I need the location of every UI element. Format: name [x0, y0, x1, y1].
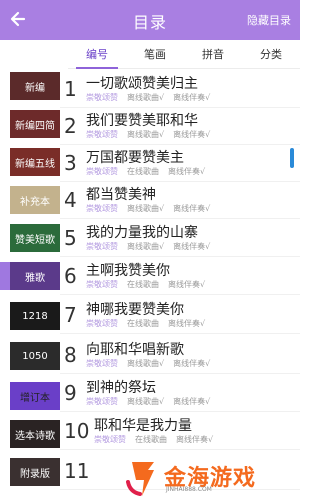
- song-number: 5: [64, 226, 77, 250]
- watermark-logo: 金海游戏 JINHAI888.COM: [124, 456, 294, 498]
- sidebar-item-xinbian[interactable]: 新编: [10, 72, 60, 100]
- song-audio-status: 离线歌曲√: [127, 242, 165, 251]
- song-tags: 崇敬颂赞 离线歌曲√ 离线伴奏√: [86, 241, 219, 252]
- tab-category[interactable]: 分类: [254, 46, 288, 62]
- song-title: 到神的祭坛: [86, 380, 156, 396]
- watermark-url: JINHAI888.COM: [166, 486, 212, 493]
- song-category: 崇敬颂赞: [94, 435, 126, 444]
- sidebar-item-xinbian-sijian[interactable]: 新编四简: [10, 110, 60, 138]
- tab-pinyin[interactable]: 拼音: [196, 46, 230, 62]
- scroll-indicator[interactable]: [290, 148, 294, 168]
- song-number: 9: [64, 381, 77, 405]
- song-category: 崇敬颂赞: [86, 167, 118, 176]
- song-number: 11: [64, 459, 90, 483]
- song-number: 3: [64, 151, 77, 175]
- song-accompaniment-status: 离线伴奏√: [173, 130, 211, 139]
- hide-toc-button[interactable]: 隐藏目录: [247, 12, 291, 28]
- song-audio-status: 离线歌曲√: [127, 359, 165, 368]
- song-accompaniment-status: 离线伴奏√: [173, 93, 211, 102]
- song-row[interactable]: 2 我们要赞美耶和华 崇敬颂赞 离线歌曲√ 离线伴奏√: [60, 107, 300, 145]
- tab-stroke[interactable]: 笔画: [138, 46, 172, 62]
- song-audio-status: 离线歌曲√: [127, 130, 165, 139]
- song-number: 4: [64, 188, 77, 212]
- song-row[interactable]: 8 向耶和华唱新歌 崇敬颂赞 离线歌曲√ 离线伴奏√: [60, 336, 300, 374]
- song-list: 1 一切歌颂赞美归主 崇敬颂赞 离线歌曲√ 离线伴奏√ 2 我们要赞美耶和华 崇敬颂…: [60, 68, 300, 500]
- song-row[interactable]: 7 神哪我要赞美你 崇敬颂赞 在线歌曲 离线伴奏√: [60, 296, 300, 334]
- song-tags: 崇敬颂赞 离线歌曲√ 离线伴奏√: [86, 396, 219, 407]
- song-accompaniment-status: 离线伴奏√: [168, 319, 206, 328]
- song-audio-status: 在线歌曲: [127, 167, 159, 176]
- sidebar-item-zanmei-duange[interactable]: 赞美短歌: [10, 224, 60, 252]
- song-number: 10: [64, 419, 90, 443]
- song-accompaniment-status: 离线伴奏√: [173, 204, 211, 213]
- song-category: 崇敬颂赞: [86, 319, 118, 328]
- song-accompaniment-status: 离线伴奏√: [168, 167, 206, 176]
- song-row[interactable]: 10 耶和华是我力量 崇敬颂赞 在线歌曲 离线伴奏√: [60, 412, 300, 450]
- song-row[interactable]: 9 到神的祭坛 崇敬颂赞 离线歌曲√ 离线伴奏√: [60, 374, 300, 412]
- song-number: 7: [64, 303, 77, 327]
- song-title: 都当赞美神: [86, 187, 156, 203]
- song-audio-status: 在线歌曲: [127, 319, 159, 328]
- song-accompaniment-status: 离线伴奏√: [173, 242, 211, 251]
- song-tags: 崇敬颂赞 离线歌曲√ 离线伴奏√: [86, 92, 219, 103]
- tab-number[interactable]: 编号: [76, 46, 118, 69]
- song-accompaniment-status: 离线伴奏√: [176, 435, 214, 444]
- song-category: 崇敬颂赞: [86, 130, 118, 139]
- song-category: 崇敬颂赞: [86, 204, 118, 213]
- song-title: 我们要赞美耶和华: [86, 113, 198, 129]
- song-tags: 崇敬颂赞 在线歌曲 离线伴奏√: [86, 279, 214, 290]
- song-audio-status: 在线歌曲: [127, 280, 159, 289]
- song-category: 崇敬颂赞: [86, 280, 118, 289]
- song-title: 耶和华是我力量: [94, 418, 192, 434]
- song-tags: 崇敬颂赞 离线歌曲√ 离线伴奏√: [86, 129, 219, 140]
- song-audio-status: 离线歌曲√: [127, 397, 165, 406]
- sidebar-item-buchongben[interactable]: 补充本: [10, 186, 60, 214]
- song-audio-status: 离线歌曲√: [127, 204, 165, 213]
- song-accompaniment-status: 离线伴奏√: [173, 397, 211, 406]
- song-number: 6: [64, 264, 77, 288]
- song-row[interactable]: 1 一切歌颂赞美归主 崇敬颂赞 离线歌曲√ 离线伴奏√: [60, 70, 300, 108]
- sidebar-item-1218[interactable]: 1218: [10, 302, 60, 330]
- song-category: 崇敬颂赞: [86, 397, 118, 406]
- sort-tabs: 编号 笔画 拼音 分类: [68, 40, 300, 69]
- song-title: 一切歌颂赞美归主: [86, 76, 198, 92]
- song-tags: 崇敬颂赞 在线歌曲 离线伴奏√: [94, 434, 222, 445]
- song-title: 我的力量我的山寨: [86, 225, 198, 241]
- song-accompaniment-status: 离线伴奏√: [168, 280, 206, 289]
- song-accompaniment-status: 离线伴奏√: [173, 359, 211, 368]
- song-tags: 崇敬颂赞 离线歌曲√ 离线伴奏√: [86, 203, 219, 214]
- song-row[interactable]: 3 万国都要赞美主 崇敬颂赞 在线歌曲 离线伴奏√: [60, 144, 300, 182]
- song-number: 8: [64, 343, 77, 367]
- song-row[interactable]: 5 我的力量我的山寨 崇敬颂赞 离线歌曲√ 离线伴奏√: [60, 219, 300, 257]
- song-tags: 崇敬颂赞 离线歌曲√ 离线伴奏√: [86, 358, 219, 369]
- song-category: 崇敬颂赞: [86, 242, 118, 251]
- brand-logo-icon: [126, 462, 154, 496]
- song-category: 崇敬颂赞: [86, 359, 118, 368]
- sidebar-item-xinbian-wuxian[interactable]: 新编五线: [10, 148, 60, 176]
- song-category: 崇敬颂赞: [86, 93, 118, 102]
- song-number: 1: [64, 77, 77, 101]
- song-number: 2: [64, 114, 77, 138]
- book-sidebar: 新编 新编四简 新编五线 补充本 赞美短歌 雅歌 1218 1050 增订本 选…: [0, 68, 68, 500]
- sidebar-item-yage[interactable]: 雅歌: [10, 262, 60, 290]
- song-title: 万国都要赞美主: [86, 150, 184, 166]
- song-audio-status: 在线歌曲: [135, 435, 167, 444]
- song-title: 向耶和华唱新歌: [86, 342, 184, 358]
- sidebar-item-fuluban[interactable]: 附录版: [10, 458, 60, 486]
- song-tags: 崇敬颂赞 在线歌曲 离线伴奏√: [86, 318, 214, 329]
- song-audio-status: 离线歌曲√: [127, 93, 165, 102]
- song-title: 神哪我要赞美你: [86, 302, 184, 318]
- song-row[interactable]: 4 都当赞美神 崇敬颂赞 离线歌曲√ 离线伴奏√: [60, 181, 300, 219]
- sidebar-item-1050[interactable]: 1050: [10, 342, 60, 370]
- song-row[interactable]: 6 主啊我赞美你 崇敬颂赞 在线歌曲 离线伴奏√: [60, 257, 300, 295]
- song-tags: 崇敬颂赞 在线歌曲 离线伴奏√: [86, 166, 214, 177]
- sidebar-item-xuanben-shige[interactable]: 选本诗歌: [10, 420, 60, 448]
- song-title: 主啊我赞美你: [86, 263, 170, 279]
- sidebar-item-zengdingben[interactable]: 增订本: [10, 382, 60, 410]
- top-bar: 目录 隐藏目录: [0, 0, 300, 40]
